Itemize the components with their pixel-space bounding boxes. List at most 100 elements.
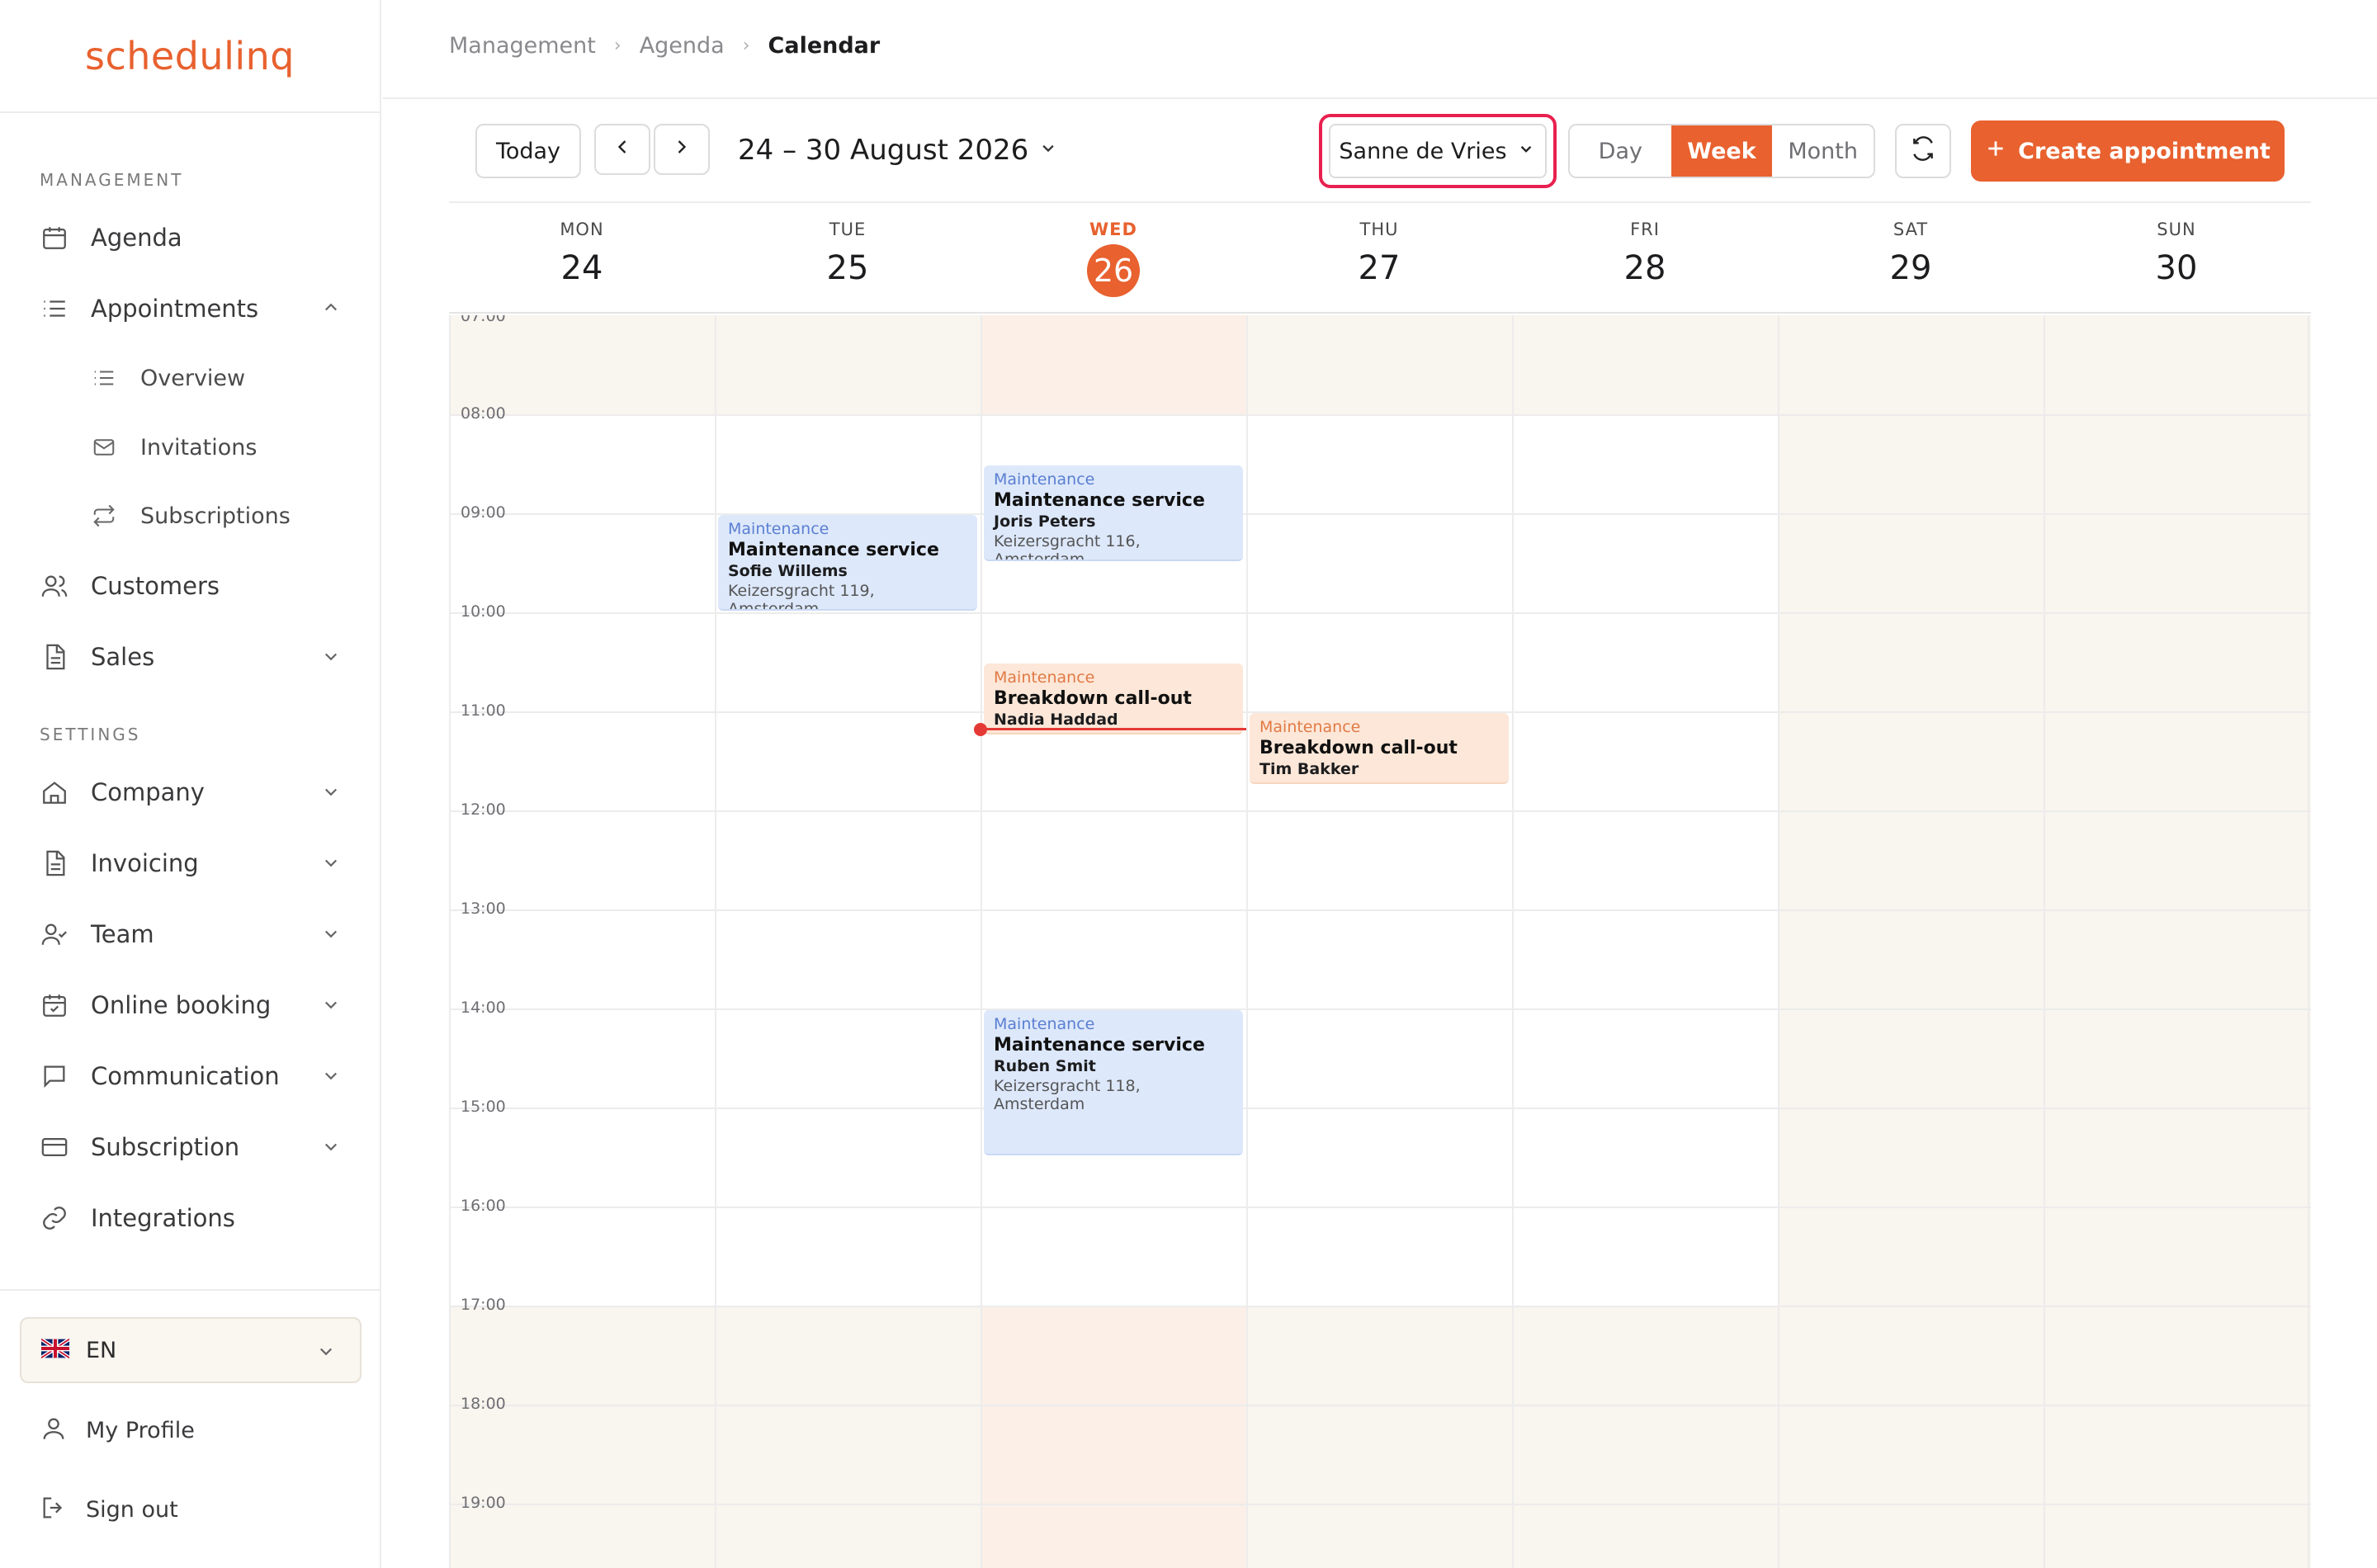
view-switcher: Day Week Month: [1568, 124, 1875, 178]
sidebar-subitem-subscriptions[interactable]: Subscriptions: [89, 491, 353, 541]
appointment-card[interactable]: Maintenance Maintenance service Joris Pe…: [984, 465, 1243, 561]
sidebar-item-sales[interactable]: Sales: [40, 632, 345, 682]
sidebar-item-label: Sales: [91, 643, 155, 671]
staff-select-focus: Sanne de Vries: [1319, 114, 1557, 188]
sidebar-item-integrations[interactable]: Integrations: [40, 1193, 345, 1243]
day-name: FRI: [1630, 220, 1660, 239]
breadcrumb-management[interactable]: Management: [449, 33, 596, 59]
language-select[interactable]: EN: [20, 1317, 362, 1383]
day-header-fri[interactable]: FRI 28: [1512, 203, 1778, 315]
next-week-button[interactable]: [654, 124, 710, 175]
sidebar-item-customers[interactable]: Customers: [40, 561, 345, 611]
sidebar-item-company[interactable]: Company: [40, 767, 345, 817]
section-title-management: MANAGEMENT: [40, 170, 184, 190]
staff-select[interactable]: Sanne de Vries: [1329, 124, 1547, 178]
date-range-picker[interactable]: 24 – 30 August 2026: [738, 125, 1060, 175]
today-button[interactable]: Today: [475, 124, 581, 178]
hour-label: 12:00: [461, 801, 506, 819]
appointment-category: Maintenance: [994, 668, 1095, 687]
chevron-down-icon: [319, 921, 345, 947]
day-header-wed[interactable]: WED 26: [981, 203, 1246, 315]
view-month-button[interactable]: Month: [1772, 125, 1874, 177]
day-date: 24: [560, 249, 603, 287]
sidebar-item-online-booking[interactable]: Online booking: [40, 980, 345, 1030]
day-date: 27: [1358, 249, 1401, 287]
breadcrumb-agenda[interactable]: Agenda: [640, 33, 725, 59]
appointment-title: Maintenance service: [728, 540, 939, 560]
appointment-card[interactable]: Maintenance Maintenance service Ruben Sm…: [984, 1010, 1243, 1155]
list-icon: [40, 294, 69, 324]
my-profile-link[interactable]: My Profile: [40, 1415, 195, 1446]
appointment-card[interactable]: Maintenance Maintenance service Sofie Wi…: [718, 515, 977, 611]
day-date: 28: [1623, 249, 1666, 287]
hour-label: 09:00: [461, 503, 506, 522]
day-column-tue[interactable]: [715, 315, 981, 1568]
hour-label: 10:00: [461, 602, 506, 621]
current-time-dot: [974, 723, 987, 736]
hour-label: 15:00: [461, 1098, 506, 1116]
sidebar-item-label: Subscription: [91, 1133, 240, 1161]
brand-logo[interactable]: schedulinq: [0, 0, 380, 113]
day-column-fri[interactable]: [1512, 315, 1778, 1568]
day-header-tue[interactable]: TUE 25: [715, 203, 981, 315]
chevron-left-icon: [611, 135, 634, 164]
appointment-title: Breakdown call-out: [994, 688, 1192, 709]
hour-label: 11:00: [461, 701, 506, 720]
day-header-thu[interactable]: THU 27: [1246, 203, 1512, 315]
appointment-category: Maintenance: [1259, 718, 1361, 736]
hour-label: 17:00: [461, 1296, 506, 1314]
create-appointment-button[interactable]: Create appointment: [1971, 120, 2285, 182]
sidebar-item-subscription[interactable]: Subscription: [40, 1122, 345, 1172]
document-icon: [40, 848, 69, 878]
day-header-sat[interactable]: SAT 29: [1778, 203, 2044, 315]
sidebar: schedulinq MANAGEMENT Agenda Appointment…: [0, 0, 381, 1568]
sidebar-item-agenda[interactable]: Agenda: [40, 213, 345, 262]
appointment-card[interactable]: Maintenance Breakdown call-out Nadia Had…: [984, 664, 1243, 734]
day-column-sat[interactable]: [1778, 315, 2044, 1568]
sidebar-item-label: Integrations: [91, 1204, 235, 1232]
appointment-title: Breakdown call-out: [1259, 738, 1458, 758]
sidebar-item-appointments[interactable]: Appointments: [40, 284, 345, 333]
day-name: SAT: [1893, 220, 1929, 239]
sidebar-item-label: Company: [91, 778, 205, 806]
prev-week-button[interactable]: [594, 124, 650, 175]
sidebar-item-invoicing[interactable]: Invoicing: [40, 838, 345, 888]
sidebar-subitem-invitations[interactable]: Invitations: [89, 423, 353, 472]
day-column-sun[interactable]: [2044, 315, 2309, 1568]
sidebar-subitem-overview[interactable]: Overview: [89, 353, 353, 403]
sign-out-link[interactable]: Sign out: [40, 1494, 178, 1525]
day-name: SUN: [2157, 220, 2196, 239]
chevron-down-icon: [1515, 138, 1537, 165]
view-day-button[interactable]: Day: [1570, 125, 1671, 177]
day-header-sun[interactable]: SUN 30: [2044, 203, 2309, 315]
date-range-label: 24 – 30 August 2026: [738, 134, 1029, 167]
day-column-thu[interactable]: [1246, 315, 1512, 1568]
time-grid[interactable]: 07:00 08:00 09:00 10:00 11:00 12:00 13:0…: [449, 315, 2311, 1568]
sign-out-icon: [40, 1494, 68, 1525]
chevron-right-icon: ›: [742, 35, 750, 56]
appointment-customer: Ruben Smit: [994, 1057, 1096, 1075]
user-icon: [40, 1415, 68, 1446]
language-label: EN: [86, 1337, 117, 1363]
app: schedulinq MANAGEMENT Agenda Appointment…: [0, 0, 2377, 1568]
appointment-category: Maintenance: [728, 520, 829, 538]
day-date: 29: [1889, 249, 1932, 287]
document-icon: [40, 642, 69, 672]
user-check-icon: [40, 919, 69, 949]
refresh-button[interactable]: [1895, 124, 1951, 178]
view-week-button[interactable]: Week: [1671, 125, 1773, 177]
list-icon: [89, 363, 119, 393]
sidebar-item-label: Agenda: [91, 224, 182, 252]
calendar-header: MON 24 TUE 25 WED 26 THU 27 FRI 28 SAT 2…: [449, 201, 2311, 314]
hour-label: 07:00: [461, 315, 506, 325]
sidebar-item-communication[interactable]: Communication: [40, 1051, 345, 1101]
day-name: THU: [1359, 220, 1399, 239]
chevron-down-icon: [319, 850, 345, 876]
link-icon: [40, 1203, 69, 1233]
sidebar-item-team[interactable]: Team: [40, 909, 345, 959]
refresh-icon: [1910, 135, 1936, 168]
breadcrumb: Management › Agenda › Calendar: [449, 33, 880, 59]
day-header-mon[interactable]: MON 24: [449, 203, 715, 315]
appointment-card[interactable]: Maintenance Breakdown call-out Tim Bakke…: [1250, 713, 1509, 784]
chevron-down-icon: [319, 644, 345, 670]
